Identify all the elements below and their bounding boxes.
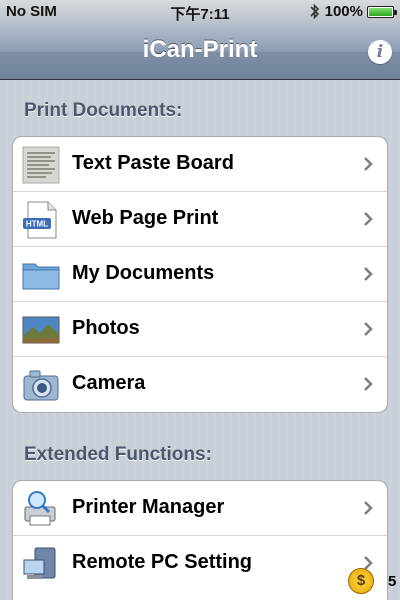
svg-text:HTML: HTML: [26, 220, 48, 229]
list-item-camera[interactable]: Camera: [13, 357, 387, 412]
list-item-printer-manager[interactable]: Printer Manager: [13, 481, 387, 536]
list-item-remote-pc-setting[interactable]: Remote PC Setting: [13, 536, 387, 591]
chevron-right-icon: [364, 501, 373, 515]
chevron-right-icon: [364, 377, 373, 391]
section-header-print-documents: Print Documents:: [24, 100, 183, 121]
landscape-photo-icon: [22, 316, 60, 344]
chevron-right-icon: [364, 212, 373, 226]
navigation-bar: iCan-Print i: [0, 24, 400, 80]
folder-icon: [22, 263, 60, 290]
paper-document-icon: [22, 146, 60, 184]
printer-search-icon: [24, 491, 56, 526]
row-label: My Documents: [72, 262, 215, 284]
row-label: Printer Manager: [72, 496, 225, 518]
row-label: Web Page Print: [72, 207, 219, 229]
app-title: iCan-Print: [142, 36, 258, 63]
coin-icon[interactable]: $: [348, 568, 374, 594]
chevron-right-icon: [364, 267, 373, 281]
list-item-web-page-print[interactable]: HTML Web Page Print: [13, 192, 387, 247]
camera-icon: [23, 370, 59, 401]
print-documents-group: Text Paste Board HTML Web Page Print My …: [12, 136, 388, 413]
bluetooth-icon: [310, 3, 319, 20]
coin-count: 5: [388, 573, 397, 590]
list-item-photos[interactable]: Photos: [13, 302, 387, 357]
info-icon[interactable]: i: [368, 40, 392, 64]
status-bar: No SIM 下午7:11 100%: [0, 0, 400, 24]
battery-percentage: 100%: [324, 3, 363, 20]
extended-functions-group: Printer Manager Remote PC Setting: [12, 480, 388, 600]
list-item-text-paste-board[interactable]: Text Paste Board: [13, 137, 387, 192]
status-right: 100%: [309, 3, 397, 20]
html-file-icon: HTML: [23, 201, 57, 239]
computer-icon: [23, 547, 56, 579]
row-label: Remote PC Setting: [72, 551, 253, 573]
chevron-right-icon: [364, 157, 373, 171]
row-label: Photos: [72, 317, 140, 339]
chevron-right-icon: [364, 322, 373, 336]
row-label: Camera: [72, 372, 146, 394]
list-item-my-documents[interactable]: My Documents: [13, 247, 387, 302]
row-label: Text Paste Board: [72, 152, 234, 174]
battery-icon: [367, 5, 397, 18]
section-header-extended-functions: Extended Functions:: [24, 444, 212, 465]
